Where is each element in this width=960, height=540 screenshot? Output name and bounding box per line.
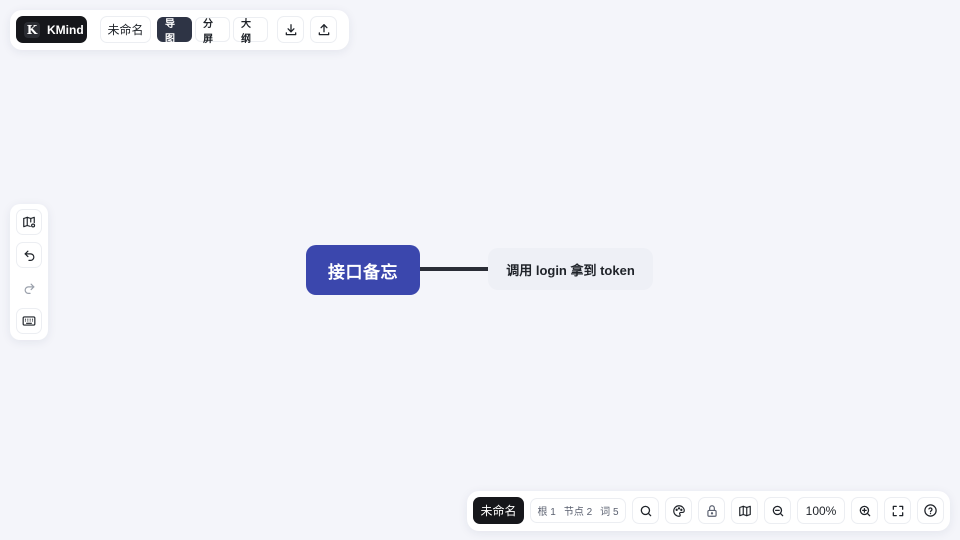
zoom-out-icon	[772, 505, 783, 516]
stat-root: 根 1	[537, 507, 556, 518]
redo-icon	[24, 283, 34, 294]
lock-icon	[706, 504, 717, 517]
tab-split[interactable]: 分屏	[195, 17, 230, 45]
minimap-button[interactable]	[731, 497, 758, 524]
help-button[interactable]	[917, 497, 944, 524]
tab-mindmap[interactable]: 导图	[157, 17, 192, 45]
zoom-in-icon	[859, 505, 870, 516]
left-toolbar	[10, 204, 48, 340]
stat-words: 词 5	[600, 507, 619, 518]
zoom-level[interactable]: 100%	[797, 497, 845, 524]
search-icon	[640, 505, 651, 516]
mindmap-root-node[interactable]: 接口备忘	[306, 245, 420, 295]
view-mode-tabs: 导图 分屏 大纲	[157, 17, 268, 45]
stat-nodes: 节点 2	[563, 507, 593, 518]
undo-icon	[24, 250, 34, 261]
download-icon	[285, 23, 296, 35]
search-button[interactable]	[632, 497, 659, 524]
download-button[interactable]	[277, 16, 304, 43]
theme-icon	[672, 504, 685, 517]
brand-name: KMind	[47, 22, 84, 37]
map-settings-icon	[23, 216, 36, 228]
mindmap-connector	[420, 267, 490, 271]
fullscreen-icon	[892, 505, 903, 516]
doc-title-button[interactable]: 未命名	[100, 16, 151, 43]
map-icon	[738, 505, 751, 516]
zoom-in-button[interactable]	[851, 497, 878, 524]
document-stats: 根 1 节点 2 词 5	[530, 498, 626, 523]
keyboard-shortcuts-button[interactable]	[16, 308, 42, 334]
tab-outline[interactable]: 大纲	[233, 17, 268, 45]
map-settings-button[interactable]	[16, 209, 42, 235]
top-toolbar: K KMind 未命名 导图 分屏 大纲	[10, 10, 349, 50]
undo-button[interactable]	[16, 242, 42, 268]
brand-button[interactable]: K KMind	[16, 16, 87, 43]
theme-button[interactable]	[665, 497, 692, 524]
fullscreen-button[interactable]	[884, 497, 911, 524]
kmind-logo-icon: K	[24, 21, 40, 38]
mindmap-child-node[interactable]: 调用 login 拿到 token	[488, 248, 653, 290]
lock-button[interactable]	[698, 497, 725, 524]
zoom-out-button[interactable]	[764, 497, 791, 524]
keyboard-icon	[22, 316, 36, 326]
help-icon	[924, 504, 937, 517]
upload-button[interactable]	[310, 16, 337, 43]
bottom-doc-title[interactable]: 未命名	[473, 497, 524, 524]
upload-icon	[318, 23, 329, 35]
redo-button[interactable]	[16, 275, 42, 301]
bottom-toolbar: 未命名 根 1 节点 2 词 5 100%	[467, 491, 950, 531]
